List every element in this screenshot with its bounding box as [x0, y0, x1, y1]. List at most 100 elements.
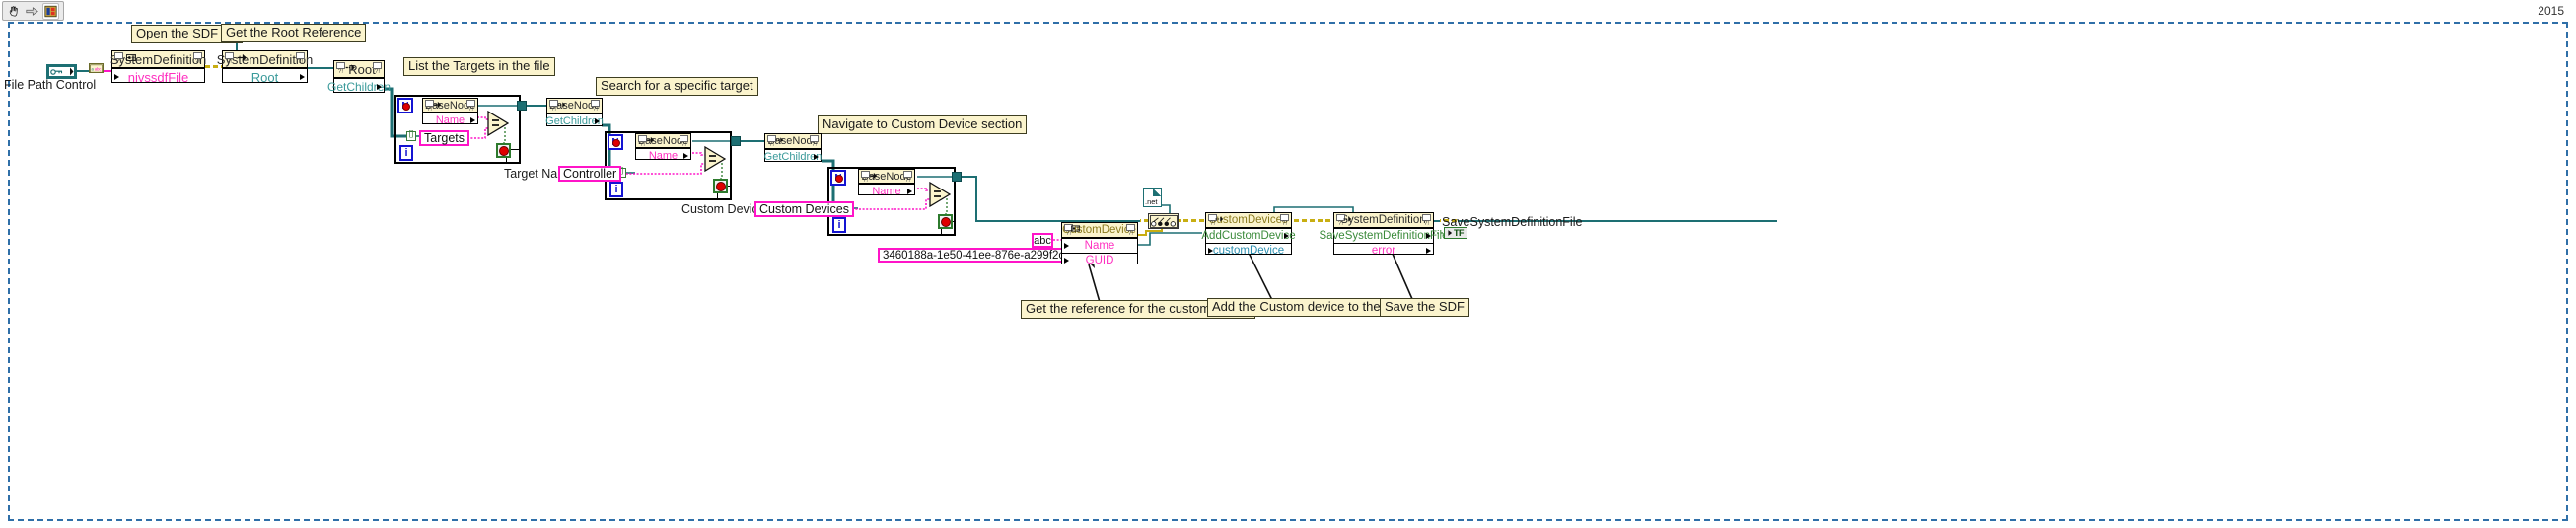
- node-row-label: nivssdfFile: [127, 69, 189, 85]
- node-basenode-name-3[interactable]: ?! BaseNode ?! Name: [858, 169, 915, 197]
- loop-iteration-terminal[interactable]: i: [609, 182, 623, 197]
- property-node-icon: [869, 171, 878, 182]
- node-title: BaseNode: [424, 99, 476, 112]
- property-node-icon: [237, 54, 248, 65]
- output-terminal: [377, 84, 382, 90]
- file-path-control-label: File Path Control: [4, 78, 97, 92]
- svg-text:abc: abc: [95, 66, 102, 71]
- node-corner-icon: ?!: [1280, 214, 1289, 227]
- hand-tool-icon[interactable]: [7, 4, 22, 19]
- loop1-input-index-tunnel[interactable]: [406, 129, 416, 141]
- node-row-getchildren[interactable]: GetChildren: [545, 113, 604, 128]
- node-basenode-name-1[interactable]: ?! BaseNode ?! Name: [422, 98, 478, 126]
- node-corner-icon: ?!: [336, 62, 345, 75]
- node-row-name[interactable]: Name: [1062, 238, 1137, 253]
- loop1-conditional-terminal[interactable]: [496, 143, 511, 158]
- node-row-getchildren[interactable]: GetChildren: [764, 149, 822, 164]
- node-customdevice-constructor[interactable]: ?! CustomDevice ?! Name GUID: [1061, 222, 1138, 267]
- to-more-specific-class-node[interactable]: [1148, 213, 1179, 229]
- node-customdevices-addcustomdevice[interactable]: ?! CustomDevices ?! AddCustomDevice cust…: [1201, 212, 1296, 258]
- loop-count-dot-icon: [835, 175, 843, 183]
- output-terminal: [1426, 233, 1431, 239]
- block-diagram-canvas: 2015 Open the SDF file Get the Root Refe…: [0, 0, 2576, 528]
- node-row-root[interactable]: Root: [223, 68, 307, 85]
- loop-iteration-terminal[interactable]: i: [399, 145, 413, 161]
- node-corner-icon: ?!: [225, 52, 234, 65]
- node-header: ?! BaseNode ?!: [423, 99, 477, 113]
- comment-list-targets: List the Targets in the file: [403, 57, 555, 76]
- arrow-right-icon[interactable]: [25, 4, 39, 19]
- constant-controller[interactable]: Controller: [558, 166, 622, 182]
- node-corner-icon: ?!: [114, 52, 123, 65]
- output-terminal: [300, 74, 305, 80]
- node-basenode-name-2[interactable]: ?! BaseNode ?! Name: [635, 133, 691, 162]
- loop1-output-tunnel[interactable]: [517, 101, 527, 111]
- node-corner-icon: ?!: [466, 100, 475, 113]
- comment-search-target: Search for a specific target: [596, 77, 758, 96]
- stop-dot-icon: [940, 216, 951, 227]
- invoke-node-icon: [557, 101, 566, 112]
- node-row-label: error: [1371, 245, 1396, 257]
- class-cast-icon: [1149, 214, 1178, 228]
- stop-dot-icon: [715, 181, 726, 191]
- labview-version-label: 2015: [2538, 4, 2564, 18]
- node-systemdefinition-root-property[interactable]: ?! SystemDefinition ?! Root: [217, 50, 313, 85]
- node-corner-icon: ?!: [373, 62, 382, 75]
- property-node-icon: [646, 135, 655, 146]
- node-title: BaseNode: [767, 135, 819, 147]
- invoke-node-icon: [345, 64, 356, 75]
- node-row-label: customDevice: [1212, 245, 1285, 257]
- loop3-output-tunnel[interactable]: [952, 172, 962, 182]
- node-row-savesystemdefinitionfile[interactable]: SaveSystemDefinitionFile: [1319, 228, 1449, 243]
- output-terminal: [470, 116, 475, 123]
- input-terminal: [114, 74, 119, 80]
- comment-get-root: Get the Root Reference: [221, 24, 367, 42]
- equals-icon: [704, 146, 726, 172]
- node-row-label: Name: [872, 185, 901, 197]
- node-row-label: GUID: [1085, 255, 1114, 266]
- output-terminal: [907, 188, 912, 194]
- node-corner-icon: ?!: [680, 135, 688, 148]
- page-fold-icon: [1153, 189, 1161, 196]
- diagram-toolbar[interactable]: [2, 1, 64, 21]
- constant-custom-devices[interactable]: Custom Devices: [754, 201, 854, 217]
- node-corner-icon: ?!: [296, 52, 305, 65]
- loop-iteration-terminal[interactable]: i: [832, 217, 846, 233]
- loop-count-terminal[interactable]: N: [830, 170, 846, 186]
- comment-save-sdf: Save the SDF: [1380, 298, 1469, 317]
- comment-navigate-custom-device: Navigate to Custom Device section: [818, 115, 1028, 134]
- node-title: BaseNode: [861, 170, 912, 183]
- node-row-error[interactable]: error: [1334, 243, 1433, 258]
- node-header: ?! CustomDevices ?!: [1206, 213, 1291, 228]
- node-systemdefinition-constructor[interactable]: ?! SystemDefinition ?! nivssdfFile: [110, 50, 206, 85]
- file-path-control[interactable]: [46, 64, 77, 79]
- constructor-icon: [125, 53, 137, 65]
- node-row-guid[interactable]: GUID: [1062, 253, 1137, 267]
- node-systemdefinition-save[interactable]: ?! SystemDefinition ?! SaveSystemDefinit…: [1319, 212, 1449, 258]
- constructor-icon: [1070, 225, 1081, 236]
- vi-run-icon[interactable]: [42, 2, 59, 20]
- node-root-getchildren[interactable]: ?! Root ?! GetChildren: [327, 60, 391, 95]
- node-row-name[interactable]: Name: [423, 113, 477, 126]
- node-row-nivssdffile[interactable]: nivssdfFile: [112, 68, 204, 85]
- loop3-conditional-terminal[interactable]: [938, 214, 953, 229]
- boolean-indicator-tf[interactable]: TF: [1444, 227, 1467, 239]
- loop2-output-tunnel[interactable]: [731, 136, 741, 146]
- node-basenode-getchildren-1[interactable]: ?! BaseNode ?! GetChildren: [545, 98, 604, 128]
- input-arrow-icon: [1448, 230, 1453, 236]
- node-corner-icon: ?!: [591, 100, 600, 113]
- node-row-addcustomdevice[interactable]: AddCustomDevice: [1201, 228, 1296, 243]
- constant-targets[interactable]: Targets: [419, 130, 469, 146]
- node-row-name[interactable]: Name: [636, 148, 690, 162]
- dotnet-constructor-icon[interactable]: .net: [1143, 188, 1162, 207]
- loop2-conditional-terminal[interactable]: [713, 179, 728, 193]
- invoke-node-icon: [1215, 215, 1224, 226]
- node-row-name[interactable]: Name: [859, 184, 914, 197]
- node-basenode-getchildren-2[interactable]: ?! BaseNode ?! GetChildren: [764, 133, 822, 164]
- node-corner-icon: ?!: [193, 52, 202, 65]
- node-row-customdevice[interactable]: customDevice: [1206, 243, 1291, 258]
- node-header: ?! SystemDefinition ?!: [1334, 213, 1433, 228]
- loop-count-terminal[interactable]: N: [608, 134, 623, 150]
- output-terminal: [1426, 248, 1431, 254]
- node-row-getchildren[interactable]: GetChildren: [327, 78, 391, 95]
